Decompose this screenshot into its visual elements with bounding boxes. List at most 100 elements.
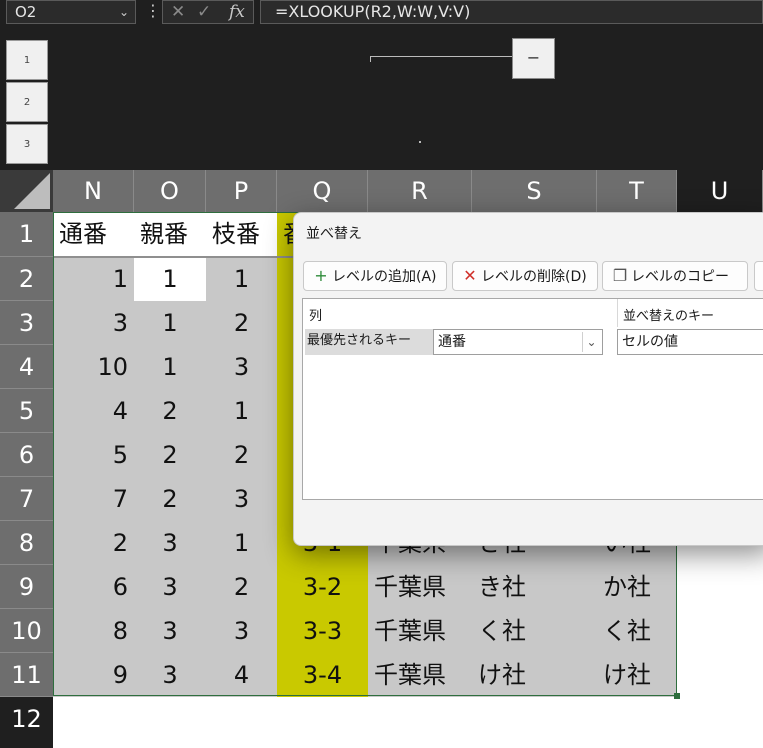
row-header-4[interactable]: 4 [0,345,53,389]
cell-t10[interactable]: く社 [597,609,677,653]
column-header-o[interactable]: O [134,170,206,212]
sort-levels-list: 列 並べ替えのキー 最優先されるキー 通番 ⌄ セルの値 [302,298,763,500]
cell-p4[interactable]: 3 [206,345,277,389]
check-icon[interactable]: ✓ [197,1,211,23]
copy-level-button[interactable]: ❐レベルのコピー(C) [602,261,748,313]
cell-n9[interactable]: 6 [53,565,134,609]
group-bracket-tick [370,56,371,62]
column-header-s[interactable]: S [472,170,597,212]
cell-s10[interactable]: く社 [472,609,597,653]
cell-q9[interactable]: 3-2 [277,565,368,609]
cell-o7[interactable]: 2 [134,477,206,521]
cell-o1[interactable]: 親番 [134,212,206,257]
name-box-value: O2 [15,3,37,21]
outline-level-1-button[interactable]: 1 [6,40,48,80]
close-icon[interactable]: ✕ [171,1,185,23]
cell-n4[interactable]: 10 [53,345,134,389]
cell-p6[interactable]: 2 [206,433,277,477]
cell-p3[interactable]: 2 [206,301,277,345]
cell-s11[interactable]: け社 [472,653,597,697]
move-up-button[interactable] [754,261,763,291]
cell-n5[interactable]: 4 [53,389,134,433]
cell-p9[interactable]: 2 [206,565,277,609]
row-header-3[interactable]: 3 [0,301,53,345]
group-marker [419,141,421,143]
column-header-n[interactable]: N [53,170,134,212]
formula-tools: ✕ ✓ fx [162,0,254,24]
cell-o6[interactable]: 2 [134,433,206,477]
row-header-1[interactable]: 1 [0,212,53,257]
cell-o2[interactable]: 1 [134,257,206,301]
row-header-2[interactable]: 2 [0,257,53,301]
cell-n8[interactable]: 2 [53,521,134,565]
add-level-button[interactable]: + レベルの追加(A) [303,261,447,291]
name-box[interactable]: O2 ⌄ [6,0,136,24]
outline-level-2-button[interactable]: 2 [6,82,48,122]
select-all-button[interactable] [0,170,53,212]
list-separator [617,299,618,327]
cell-o4[interactable]: 1 [134,345,206,389]
cell-q11[interactable]: 3-4 [277,653,368,697]
cell-n6[interactable]: 5 [53,433,134,477]
cell-r9[interactable]: 千葉県 [368,565,472,609]
cell-n2[interactable]: 1 [53,257,134,301]
priority-key-label: 最優先されるキー [305,329,435,355]
cell-p10[interactable]: 3 [206,609,277,653]
cell-o9[interactable]: 3 [134,565,206,609]
collapse-group-button[interactable]: − [512,38,555,79]
cell-o10[interactable]: 3 [134,609,206,653]
cell-q10[interactable]: 3-3 [277,609,368,653]
cell-r10[interactable]: 千葉県 [368,609,472,653]
delete-icon: ✕ [463,266,477,285]
excel-window: O2 ⌄ ⋮ ✕ ✓ fx =XLOOKUP(R2,W:W,V:V) 1 2 3… [0,0,763,748]
cell-p5[interactable]: 1 [206,389,277,433]
delete-level-label: レベルの削除(D) [481,269,587,285]
cell-s9[interactable]: き社 [472,565,597,609]
column-header-q[interactable]: Q [277,170,368,212]
cell-o3[interactable]: 1 [134,301,206,345]
column-header-label: 列 [309,309,323,324]
row-header-6[interactable]: 6 [0,433,53,477]
cell-n10[interactable]: 8 [53,609,134,653]
cell-o8[interactable]: 3 [134,521,206,565]
cell-p8[interactable]: 1 [206,521,277,565]
column-header-p[interactable]: P [206,170,277,212]
row-header-11[interactable]: 11 [0,653,53,697]
column-header-r[interactable]: R [368,170,472,212]
row-header-8[interactable]: 8 [0,521,53,565]
plus-icon: + [314,266,328,285]
function-icon[interactable]: fx [229,1,245,23]
chevron-down-icon[interactable]: ⌄ [582,332,600,352]
outline-level-3-button[interactable]: 3 [6,124,48,164]
row-header-9[interactable]: 9 [0,565,53,609]
sort-column-select[interactable]: 通番 ⌄ [433,329,603,355]
cell-n3[interactable]: 3 [53,301,134,345]
formula-input[interactable]: =XLOOKUP(R2,W:W,V:V) [260,0,763,24]
chevron-down-icon[interactable]: ⌄ [119,1,129,23]
row-header-7[interactable]: 7 [0,477,53,521]
cell-n1[interactable]: 通番 [53,212,134,257]
cell-n7[interactable]: 7 [53,477,134,521]
group-bracket-line [370,56,512,57]
row-header-12[interactable]: 12 [0,697,53,741]
cell-t11[interactable]: け社 [597,653,677,697]
sort-key-header-label: 並べ替えのキー [623,309,715,324]
row-header-5[interactable]: 5 [0,389,53,433]
delete-level-button[interactable]: ✕ レベルの削除(D) [452,261,598,291]
column-header-u[interactable]: U [677,170,763,212]
cell-p1[interactable]: 枝番 [206,212,277,257]
cell-o11[interactable]: 3 [134,653,206,697]
column-header-t[interactable]: T [597,170,677,212]
cell-p7[interactable]: 3 [206,477,277,521]
cell-p11[interactable]: 4 [206,653,277,697]
more-options-icon[interactable]: ⋮ [145,0,161,22]
sort-key-select[interactable]: セルの値 [617,329,763,355]
fill-handle[interactable] [674,693,680,699]
row-header-10[interactable]: 10 [0,609,53,653]
cell-p2[interactable]: 1 [206,257,277,301]
outline-area: 1 2 3 − [0,34,763,170]
cell-r11[interactable]: 千葉県 [368,653,472,697]
cell-t9[interactable]: か社 [597,565,677,609]
cell-o5[interactable]: 2 [134,389,206,433]
cell-n11[interactable]: 9 [53,653,134,697]
